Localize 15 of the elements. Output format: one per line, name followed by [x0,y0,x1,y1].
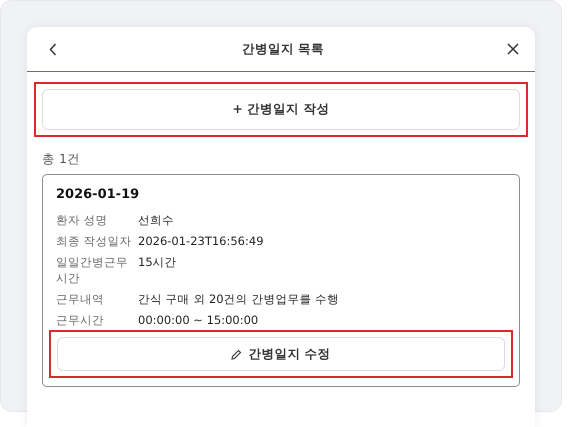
record-date: 2026-01-19 [56,187,140,202]
field-label: 환자 성명 [56,212,109,228]
field-value: 간식 구매 외 20건의 간병업무를 수행 [138,291,340,307]
create-button[interactable]: + 간병일지 작성 [42,89,520,130]
field-value: 선희수 [138,212,175,228]
field-value: 15시간 [138,254,178,271]
total-count: 총 1건 [42,151,81,168]
dialog-title: 간병일지 목록 [242,40,324,58]
field-label: 일일간병근무시간 [56,254,129,286]
field-label: 최종 작성일자 [56,233,133,249]
edit-button[interactable]: 간병일지 수정 [57,337,505,371]
field-value: 2026-01-23T16:56:49 [138,233,265,249]
field-value: 00:00:00 ~ 15:00:00 [138,312,260,328]
field-label: 근무시간 [56,312,105,328]
field-label: 근무내역 [56,291,105,307]
